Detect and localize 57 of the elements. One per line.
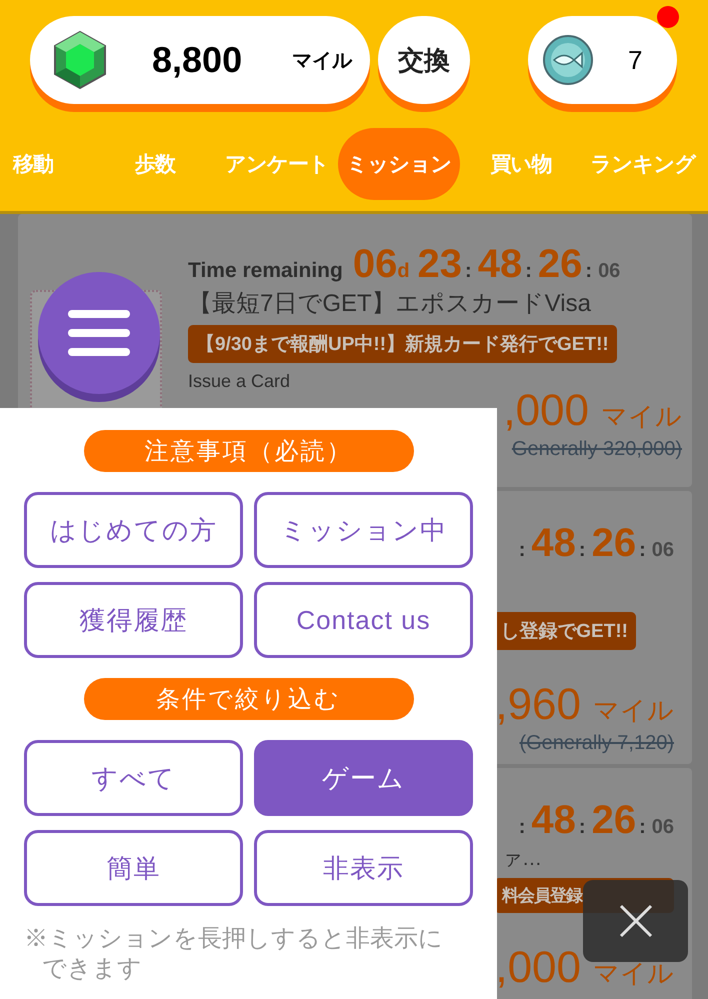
gem-icon: [52, 30, 108, 90]
exchange-button[interactable]: 交換: [378, 16, 470, 104]
menu-option-button[interactable]: はじめての方: [24, 492, 243, 568]
menu-option-button[interactable]: ミッション中: [254, 492, 473, 568]
category-tab[interactable]: ミッション: [338, 128, 460, 200]
timer-digits: 48: [531, 521, 576, 566]
timer-digits: 48: [531, 798, 576, 843]
menu-option-button[interactable]: 簡単: [24, 830, 243, 906]
menu-option-button[interactable]: 獲得履歴: [24, 582, 243, 658]
timer-separator: :: [578, 539, 586, 562]
section-title: 条件で絞り込む: [84, 678, 414, 720]
reward-miles: ,000: [495, 943, 581, 993]
timer-unit: d: [397, 260, 410, 283]
menu-option-button[interactable]: 非表示: [254, 830, 473, 906]
close-icon: [618, 904, 652, 938]
timer-separator: :: [465, 260, 472, 283]
menu-icon: [68, 310, 130, 356]
timer-digits: 23: [418, 242, 462, 287]
hint-text: ※ミッションを長押しすると非表示にできます: [24, 924, 444, 984]
timer-separator: :: [518, 816, 526, 839]
miles-amount: 8,800: [152, 39, 242, 81]
miles-balance[interactable]: 8,800 マイル: [30, 16, 370, 104]
timer-separator: :: [585, 260, 592, 283]
mission-title: ァ…: [502, 847, 542, 872]
coin-balance[interactable]: 7: [528, 16, 677, 104]
close-button[interactable]: [583, 880, 688, 962]
timer-fraction: 06: [652, 539, 674, 562]
timer-digits: 06: [352, 242, 398, 287]
section-title: 注意事項（必読）: [84, 430, 414, 472]
timer-label: Time remaining: [188, 259, 343, 283]
fish-coin-icon: [542, 34, 594, 86]
timer-separator: :: [639, 539, 646, 562]
reward-miles: ,960: [495, 680, 581, 730]
timer-fraction: 06: [652, 816, 674, 839]
timer-digits: 26: [538, 242, 582, 287]
mission-title: 【最短7日でGET】エポスカードVisa: [188, 289, 592, 319]
reward-unit: マイル: [593, 694, 674, 727]
coin-count: 7: [628, 44, 642, 76]
timer-separator: :: [578, 816, 586, 839]
miles-unit: マイル: [292, 48, 352, 74]
mission-subtitle: Issue a Card: [188, 371, 292, 392]
timer-digits: 26: [592, 798, 636, 843]
timer-fraction: 06: [598, 260, 620, 283]
regular-reward: (Generally 7,120): [519, 732, 674, 755]
menu-option-button[interactable]: Contact us: [254, 582, 473, 658]
reward-miles: ,000: [503, 386, 589, 436]
timer-separator: :: [639, 816, 646, 839]
regular-reward: Generally 320,000): [512, 438, 682, 461]
timer-digits: 48: [478, 242, 522, 287]
menu-option-button[interactable]: ゲーム: [254, 740, 473, 816]
mission-tag: 【9/30まで報酬UP中!!】新規カード発行でGET!!: [188, 325, 617, 363]
timer-separator: :: [525, 260, 532, 283]
reward-unit: マイル: [601, 400, 682, 433]
timer-separator: :: [518, 539, 526, 562]
menu-option-button[interactable]: すべて: [24, 740, 243, 816]
timer-digits: 26: [592, 521, 636, 566]
reward-unit: マイル: [593, 957, 674, 990]
